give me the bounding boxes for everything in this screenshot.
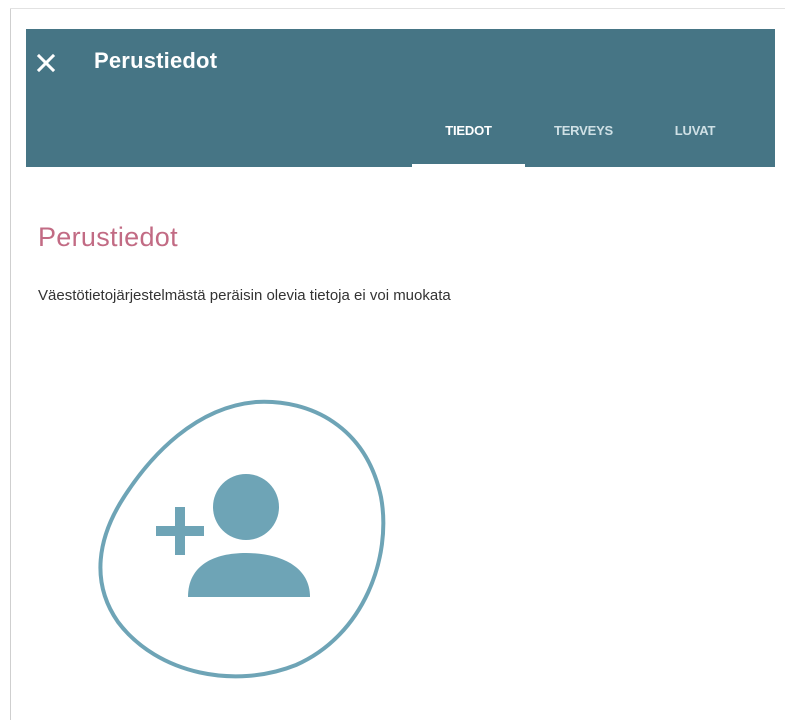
person-body: [188, 553, 310, 597]
close-icon: [36, 53, 56, 73]
close-button[interactable]: [32, 49, 60, 77]
header-title: Perustiedot: [94, 48, 218, 73]
app-header: Perustiedot TIEDOT TERVEYS LUVAT: [26, 29, 775, 167]
add-person-icon: [98, 399, 386, 679]
window-edge-left: [10, 8, 11, 720]
tab-tiedot[interactable]: TIEDOT: [412, 108, 525, 167]
tab-terveys[interactable]: TERVEYS: [525, 108, 642, 167]
window-edge-top: [10, 8, 785, 9]
tab-luvat[interactable]: LUVAT: [642, 108, 748, 167]
info-text: Väestötietojärjestelmästä peräisin olevi…: [38, 287, 451, 304]
tab-bar: TIEDOT TERVEYS LUVAT: [412, 108, 748, 167]
plus-horizontal: [156, 526, 204, 536]
person-head: [213, 474, 279, 540]
add-photo-button[interactable]: [96, 397, 392, 679]
page-heading: Perustiedot: [38, 222, 178, 252]
